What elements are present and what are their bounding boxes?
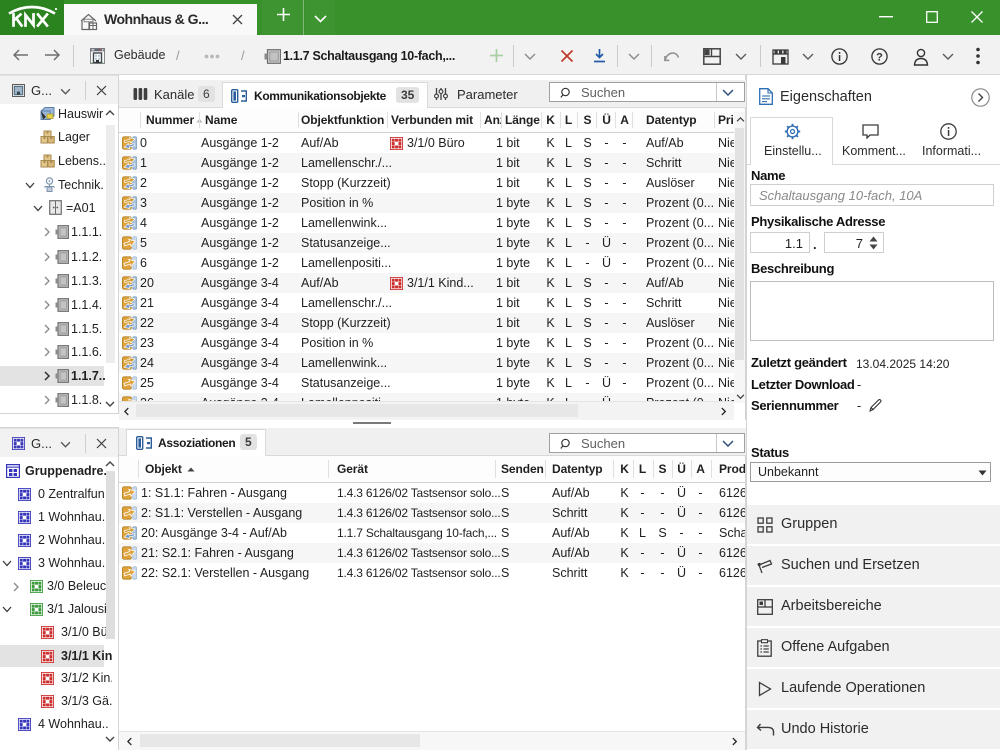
svg-text:?: ? [876, 52, 883, 64]
